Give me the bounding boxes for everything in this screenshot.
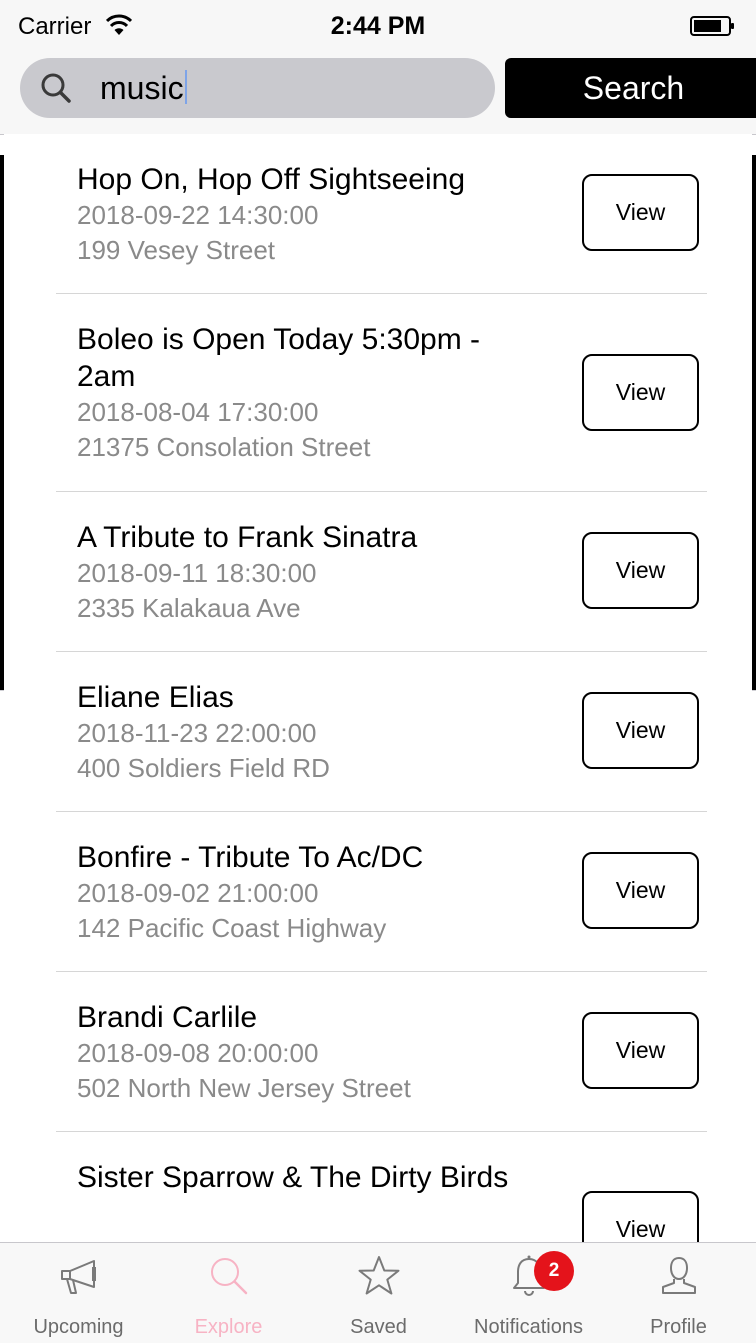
search-input-text: music <box>100 70 187 107</box>
list-item: Boleo is Open Today 5:30pm - 2am 2018-08… <box>56 294 707 492</box>
result-info: Eliane Elias 2018-11-23 22:00:00 400 Sol… <box>56 652 527 786</box>
tab-saved[interactable]: Saved <box>303 1243 454 1343</box>
result-info: Bonfire - Tribute To Ac/DC 2018-09-02 21… <box>56 812 527 946</box>
notification-badge: 2 <box>534 1251 574 1291</box>
view-button[interactable]: View <box>582 174 699 251</box>
search-header: music Search <box>0 52 756 135</box>
search-input[interactable]: music <box>20 58 495 118</box>
result-title: Eliane Elias <box>77 681 234 714</box>
list-item: Hop On, Hop Off Sightseeing 2018-09-22 1… <box>56 134 707 294</box>
clock: 2:44 PM <box>330 12 426 40</box>
result-datetime: 2018-09-11 18:30:00 <box>77 558 317 588</box>
result-address: 400 Soldiers Field RD <box>77 753 330 783</box>
list-item: Brandi Carlile 2018-09-08 20:00:00 502 N… <box>56 972 707 1132</box>
tab-explore[interactable]: Explore <box>153 1243 304 1343</box>
search-results-panel: Hop On, Hop Off Sightseeing 2018-09-22 1… <box>4 134 752 1242</box>
view-button[interactable]: View <box>582 1191 699 1242</box>
list-item: Sister Sparrow & The Dirty Birds View <box>56 1132 707 1242</box>
tab-bar: Upcoming Explore Saved 2 Notifications P… <box>0 1242 756 1343</box>
view-button[interactable]: View <box>582 354 699 431</box>
result-info: Hop On, Hop Off Sightseeing 2018-09-22 1… <box>56 134 527 268</box>
result-datetime: 2018-09-02 21:00:00 <box>77 878 319 908</box>
view-button[interactable]: View <box>582 852 699 929</box>
search-icon <box>41 73 71 103</box>
tab-label: Profile <box>650 1316 707 1338</box>
battery-icon <box>690 16 734 36</box>
list-item: Bonfire - Tribute To Ac/DC 2018-09-02 21… <box>56 812 707 972</box>
result-info: A Tribute to Frank Sinatra 2018-09-11 18… <box>56 492 527 626</box>
result-title: Hop On, Hop Off Sightseeing <box>77 163 466 196</box>
search-button[interactable]: Search <box>505 58 756 118</box>
result-title: A Tribute to Frank Sinatra <box>77 521 418 554</box>
tab-upcoming[interactable]: Upcoming <box>3 1243 154 1343</box>
tab-label: Saved <box>350 1316 407 1338</box>
result-address: 2335 Kalakaua Ave <box>77 593 301 623</box>
list-item: A Tribute to Frank Sinatra 2018-09-11 18… <box>56 492 707 652</box>
tab-label: Notifications <box>474 1316 583 1338</box>
view-button[interactable]: View <box>582 692 699 769</box>
result-datetime: 2018-11-23 22:00:00 <box>77 718 317 748</box>
result-title: Brandi Carlile <box>77 1001 258 1034</box>
status-bar: Carrier 2:44 PM <box>0 0 756 52</box>
tab-profile[interactable]: Profile <box>603 1243 754 1343</box>
text-caret <box>184 70 187 104</box>
result-address: 142 Pacific Coast Highway <box>77 913 387 943</box>
result-datetime: 2018-09-08 20:00:00 <box>77 1038 319 1068</box>
result-info: Boleo is Open Today 5:30pm - 2am 2018-08… <box>56 294 527 465</box>
star-icon <box>358 1256 399 1295</box>
result-title: Sister Sparrow & The Dirty Birds <box>77 1161 509 1194</box>
list-item: Eliane Elias 2018-11-23 22:00:00 400 Sol… <box>56 652 707 812</box>
tab-label: Upcoming <box>33 1316 124 1338</box>
result-info: Sister Sparrow & The Dirty Birds <box>56 1132 527 1196</box>
search-icon <box>210 1258 247 1295</box>
megaphone-icon <box>60 1260 96 1294</box>
view-button[interactable]: View <box>582 532 699 609</box>
tab-notifications[interactable]: 2 Notifications <box>453 1243 604 1343</box>
person-icon <box>661 1256 696 1294</box>
results-list: Hop On, Hop Off Sightseeing 2018-09-22 1… <box>56 134 707 1242</box>
result-info: Brandi Carlile 2018-09-08 20:00:00 502 N… <box>56 972 527 1106</box>
result-address: 502 North New Jersey Street <box>77 1073 411 1103</box>
result-title: Bonfire - Tribute To Ac/DC <box>77 841 424 874</box>
result-datetime: 2018-09-22 14:30:00 <box>77 200 319 230</box>
result-datetime: 2018-08-04 17:30:00 <box>77 397 319 427</box>
result-address: 199 Vesey Street <box>77 235 276 265</box>
result-title: Boleo is Open Today 5:30pm - 2am <box>77 323 481 393</box>
result-address: 21375 Consolation Street <box>77 432 371 462</box>
view-button[interactable]: View <box>582 1012 699 1089</box>
tab-label: Explore <box>194 1316 263 1338</box>
